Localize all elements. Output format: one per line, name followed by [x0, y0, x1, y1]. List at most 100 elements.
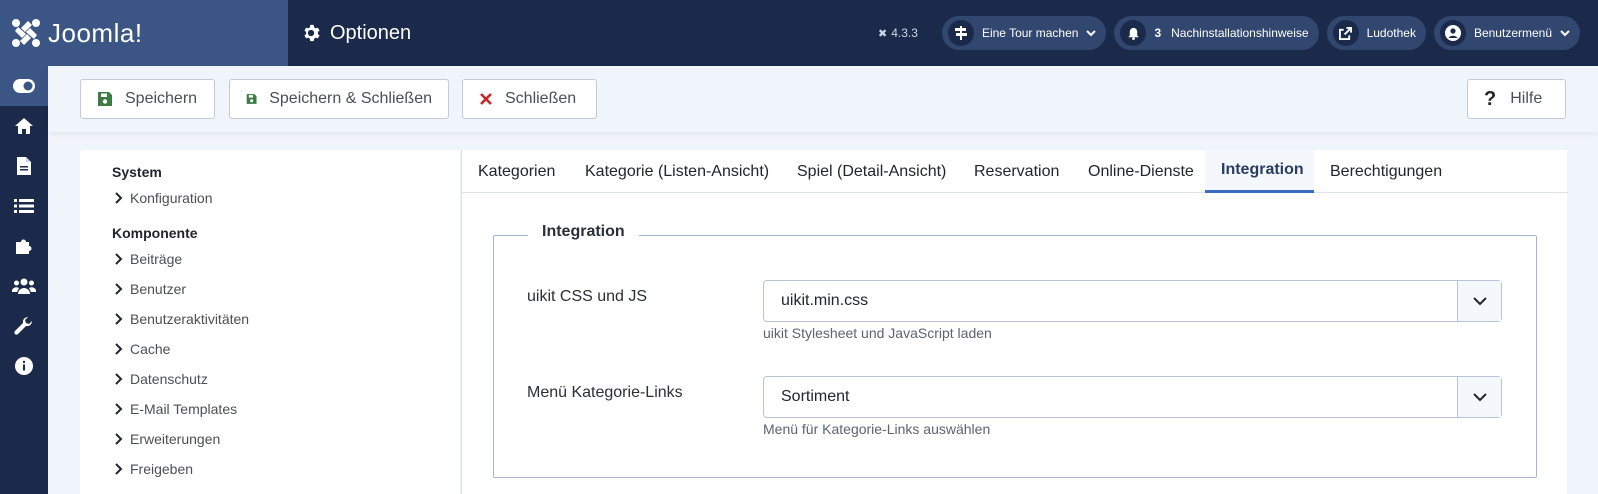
toolbar: Speichern Speichern & Schließen Schließe… — [48, 66, 1598, 132]
chevron-down-icon — [1472, 297, 1487, 306]
menu-category-select[interactable]: Sortiment — [763, 376, 1502, 418]
nav-item-label: Beiträge — [130, 251, 183, 267]
nav-group-system: System — [112, 164, 162, 180]
postinstall-button[interactable]: 3 Nachinstallationshinweise — [1114, 16, 1319, 50]
uikit-select-value: uikit.min.css — [781, 292, 869, 309]
nav-item-label: Freigeben — [130, 461, 194, 477]
nav-item-label: Cache — [130, 341, 171, 357]
nav-item-beitraege[interactable]: Beiträge — [114, 251, 182, 267]
puzzle-icon — [16, 239, 32, 254]
logo-text: Joomla! — [48, 17, 143, 48]
tab-reservation[interactable]: Reservation — [958, 150, 1075, 193]
chevron-right-icon — [115, 463, 123, 475]
external-link-icon — [1332, 20, 1359, 46]
nav-item-label: Benutzeraktivitäten — [130, 311, 250, 327]
list-icon — [14, 199, 34, 213]
version-info: ✖ 4.3.3 — [878, 26, 918, 40]
postinstall-label: Nachinstallationshinweise — [1171, 26, 1309, 40]
save-label: Speichern — [125, 90, 198, 107]
nav-item-label: Konfiguration — [130, 190, 213, 206]
nav-group-component: Komponente — [112, 225, 198, 241]
bell-icon — [1120, 20, 1147, 46]
close-icon — [480, 93, 492, 105]
joomla-logo[interactable]: Joomla! — [0, 0, 288, 66]
joomla-small-icon: ✖ — [878, 27, 888, 40]
help-button[interactable]: ? Hilfe — [1467, 79, 1566, 119]
chevron-right-icon — [115, 313, 123, 325]
site-label: Ludothek — [1366, 26, 1416, 40]
nav-item-freigeben[interactable]: Freigeben — [114, 461, 193, 477]
chevron-right-icon — [115, 253, 123, 265]
user-icon — [1439, 20, 1466, 46]
top-header: Joomla! Optionen ✖ 4.3.3 Eine Tour mache… — [0, 0, 1598, 66]
header-actions: ✖ 4.3.3 Eine Tour machen 3 Nachinstallat… — [878, 0, 1580, 66]
toggle-icon — [13, 79, 35, 93]
sidebar-item-home[interactable] — [0, 106, 48, 146]
fieldset-legend: Integration — [528, 223, 639, 241]
sidebar-item-system[interactable] — [0, 306, 48, 346]
question-icon: ? — [1484, 87, 1497, 110]
joomla-logo-icon — [12, 19, 40, 47]
user-menu-button[interactable]: Benutzermenü — [1433, 16, 1580, 50]
tab-kategorien[interactable]: Kategorien — [462, 150, 571, 193]
help-label: Hilfe — [1510, 90, 1543, 107]
tab-kategorie-listen-ansicht[interactable]: Kategorie (Listen-Ansicht) — [569, 150, 785, 193]
chevron-right-icon — [115, 283, 123, 295]
gear-icon — [304, 24, 320, 42]
sidebar-item-content[interactable] — [0, 146, 48, 186]
floppy-icon — [98, 92, 112, 106]
nav-item-label: Datenschutz — [130, 371, 208, 387]
home-icon — [15, 118, 33, 134]
chevron-right-icon — [115, 192, 123, 204]
select-caret — [1457, 281, 1501, 321]
tab-integration[interactable]: Integration — [1205, 150, 1314, 193]
chevron-right-icon — [115, 403, 123, 415]
chevron-down-icon — [1472, 393, 1487, 402]
tab-online-dienste[interactable]: Online-Dienste — [1072, 150, 1210, 193]
options-content-panel: Kategorien Kategorie (Listen-Ansicht) Sp… — [461, 150, 1568, 494]
notification-count: 3 — [1154, 26, 1162, 40]
info-icon — [15, 357, 33, 375]
chevron-right-icon — [115, 343, 123, 355]
nav-item-label: E-Mail Templates — [130, 401, 238, 417]
nav-item-konfiguration[interactable]: Konfiguration — [114, 190, 213, 206]
options-nav-panel: System Konfiguration Komponente Beiträge… — [80, 150, 460, 494]
sidebar-item-help[interactable] — [0, 346, 48, 386]
signpost-icon — [947, 20, 974, 46]
nav-item-datenschutz[interactable]: Datenschutz — [114, 371, 208, 387]
menu-category-select-value: Sortiment — [781, 388, 850, 405]
floppy-icon — [246, 94, 257, 104]
tab-berechtigungen[interactable]: Berechtigungen — [1314, 150, 1458, 193]
tab-spiel-detail-ansicht[interactable]: Spiel (Detail-Ansicht) — [781, 150, 962, 193]
integration-fieldset: Integration uikit CSS und JS uikit.min.c… — [493, 223, 1537, 478]
nav-item-cache[interactable]: Cache — [114, 341, 170, 357]
page-title-area: Optionen — [302, 0, 411, 66]
uikit-field-label: uikit CSS und JS — [527, 288, 648, 305]
wrench-icon — [14, 316, 33, 335]
nav-item-erweiterungen[interactable]: Erweiterungen — [114, 431, 220, 447]
tour-label: Eine Tour machen — [981, 26, 1079, 40]
page-title: Optionen — [330, 21, 412, 44]
save-close-label: Speichern & Schließen — [269, 90, 432, 107]
document-icon — [17, 157, 31, 175]
toggle-menu-button[interactable] — [0, 66, 48, 106]
tab-bar: Kategorien Kategorie (Listen-Ansicht) Sp… — [462, 150, 1568, 193]
tour-button[interactable]: Eine Tour machen — [941, 16, 1107, 50]
nav-item-benutzer[interactable]: Benutzer — [114, 281, 186, 297]
save-close-button[interactable]: Speichern & Schließen — [229, 79, 449, 119]
sidebar-item-menus[interactable] — [0, 186, 48, 226]
nav-item-label: Erweiterungen — [130, 431, 221, 447]
main-sidebar — [0, 66, 48, 494]
site-link-button[interactable]: Ludothek — [1326, 16, 1426, 50]
version-text: 4.3.3 — [891, 26, 918, 40]
chevron-down-icon — [1086, 30, 1097, 37]
sidebar-item-users[interactable] — [0, 266, 48, 306]
close-label: Schließen — [505, 90, 577, 107]
nav-item-benutzeraktivitaeten[interactable]: Benutzeraktivitäten — [114, 311, 249, 327]
close-button[interactable]: Schließen — [462, 79, 597, 119]
nav-item-email-templates[interactable]: E-Mail Templates — [114, 401, 237, 417]
save-button[interactable]: Speichern — [80, 79, 215, 119]
uikit-select[interactable]: uikit.min.css — [763, 280, 1502, 322]
chevron-down-icon — [1560, 30, 1570, 37]
sidebar-item-components[interactable] — [0, 226, 48, 266]
